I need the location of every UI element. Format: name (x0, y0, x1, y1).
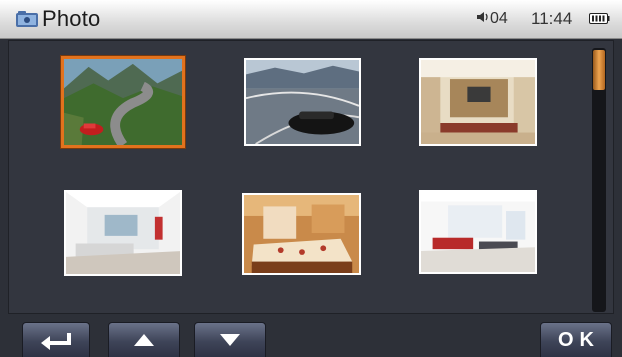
app-title: Photo (42, 6, 101, 31)
photo-thumbnail-image (246, 60, 359, 144)
photo-folder-icon (16, 11, 38, 27)
up-triangle-icon (134, 334, 154, 346)
photo-thumbnail-image (421, 60, 535, 144)
ok-button[interactable]: OK (540, 322, 612, 357)
photo-thumbnail-image (64, 59, 182, 145)
battery-icon (589, 13, 610, 24)
photo-thumbnail-image (421, 192, 535, 272)
status-bar: Photo 04 11:44 (0, 0, 622, 39)
photo-thumbnail-bedroom[interactable] (242, 193, 361, 275)
back-button[interactable] (22, 322, 90, 357)
photo-thumbnail-image (66, 192, 180, 274)
down-button[interactable] (194, 322, 266, 357)
ok-button-label: OK (558, 328, 600, 351)
down-triangle-icon (220, 334, 240, 346)
volume-level: 04 (490, 10, 508, 27)
volume-indicator[interactable]: 04 (476, 10, 508, 28)
scrollbar-thumb[interactable] (593, 50, 605, 90)
photo-thumbnail-living-room-tv[interactable] (419, 58, 537, 146)
scrollbar[interactable] (592, 48, 606, 312)
photo-thumbnail-image (244, 195, 359, 273)
photo-thumbnail-bright-living-room[interactable] (419, 190, 537, 274)
photo-thumbnail-mountain-road[interactable] (61, 56, 185, 148)
up-button[interactable] (108, 322, 180, 357)
photo-thumbnail-highway-car[interactable] (244, 58, 361, 146)
photo-thumbnail-white-living-room[interactable] (64, 190, 182, 276)
clock: 11:44 (531, 9, 573, 28)
speaker-icon (477, 12, 488, 22)
return-arrow-icon (41, 333, 71, 350)
